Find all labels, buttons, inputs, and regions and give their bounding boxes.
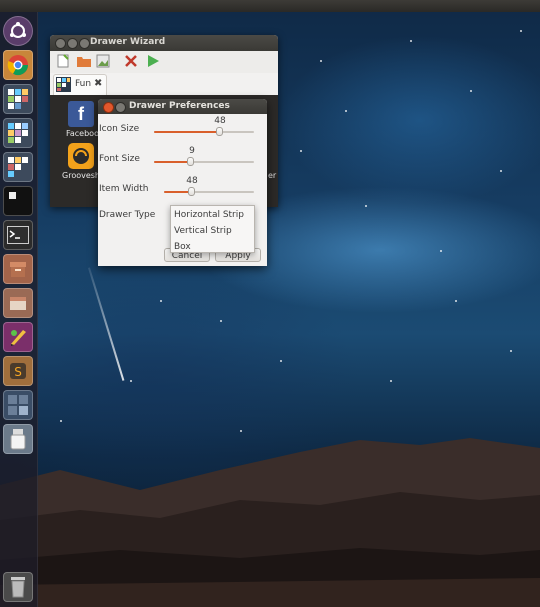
grooveshark-icon[interactable] [68, 143, 94, 169]
star [220, 320, 222, 322]
star [280, 360, 282, 362]
drawer-type-dropdown-menu[interactable]: Horizontal Strip Vertical Strip Box [170, 205, 255, 253]
star [365, 205, 367, 207]
drawer-icon [56, 77, 71, 95]
unity-launcher: S [0, 12, 38, 607]
usb-drive-icon[interactable] [3, 424, 33, 454]
window-title: Drawer Wizard [90, 37, 166, 47]
tab-close-icon[interactable]: ✖ [94, 78, 102, 89]
close-icon[interactable] [55, 38, 66, 49]
star [510, 350, 512, 352]
run-icon[interactable] [146, 54, 160, 71]
font-size-slider[interactable] [154, 157, 254, 166]
menu-item-horizontal-strip[interactable]: Horizontal Strip [174, 210, 244, 220]
maximize-icon[interactable] [79, 38, 90, 49]
icon-size-slider[interactable] [154, 127, 254, 136]
archive-icon[interactable] [3, 254, 33, 284]
star [520, 30, 522, 32]
slider-fill [154, 161, 191, 163]
image-icon[interactable] [96, 54, 110, 71]
close-icon[interactable] [103, 102, 114, 113]
drawer-icon[interactable] [3, 152, 33, 182]
menu-item-vertical-strip[interactable]: Vertical Strip [174, 226, 232, 236]
slider-knob[interactable] [188, 187, 195, 196]
tab-fun[interactable]: Fun ✖ [53, 74, 107, 95]
terminal-icon[interactable] [3, 220, 33, 250]
chrome-icon[interactable] [3, 50, 33, 80]
font-size-value: 9 [189, 146, 195, 156]
tab-bar: Fun ✖ [50, 73, 278, 96]
ubuntu-logo-icon[interactable] [3, 16, 33, 46]
star [470, 90, 472, 92]
star [345, 110, 347, 112]
dialog-titlebar[interactable]: Drawer Preferences [98, 99, 267, 114]
toolbar [50, 51, 278, 73]
open-folder-icon[interactable] [76, 54, 92, 71]
font-size-label: Font Size [99, 154, 140, 164]
minimize-icon[interactable] [115, 102, 126, 113]
star [320, 60, 322, 62]
star [410, 40, 412, 42]
tab-label: Fun [75, 79, 92, 89]
drawer-icon[interactable] [3, 118, 33, 148]
slider-knob[interactable] [216, 127, 223, 136]
drawer-icon[interactable] [3, 84, 33, 114]
icon-size-value: 48 [214, 116, 226, 126]
workspace-switcher-icon[interactable] [3, 390, 33, 420]
dialog-title: Drawer Preferences [129, 101, 230, 111]
item-width-slider[interactable] [164, 187, 254, 196]
new-drawer-icon[interactable] [56, 54, 70, 71]
icon-size-label: Icon Size [99, 124, 140, 134]
item-width-value: 48 [186, 176, 198, 186]
slider-fill [154, 131, 220, 133]
mountain-silhouette [0, 438, 540, 607]
star [390, 380, 392, 382]
svg-text:S: S [14, 365, 22, 379]
star [500, 170, 502, 172]
drawer-type-label: Drawer Type [99, 210, 156, 220]
star [130, 380, 132, 382]
item-width-label: Item Width [99, 184, 149, 194]
sublime-text-icon[interactable]: S [3, 356, 33, 386]
minimize-icon[interactable] [67, 38, 78, 49]
top-panel [0, 0, 540, 12]
window-titlebar[interactable]: Drawer Wizard [50, 35, 278, 51]
meteor-streak [88, 267, 125, 381]
remove-icon[interactable] [124, 54, 138, 71]
facebook-icon[interactable]: f [68, 101, 94, 127]
slider-knob[interactable] [187, 157, 194, 166]
star [455, 300, 457, 302]
files-icon[interactable] [3, 288, 33, 318]
paint-icon[interactable] [3, 322, 33, 352]
item-label-partial: er [268, 171, 277, 180]
star [300, 150, 302, 152]
trash-icon[interactable] [3, 572, 33, 602]
star [160, 300, 162, 302]
star [440, 250, 442, 252]
menu-item-box[interactable]: Box [174, 242, 191, 252]
drawer-icon[interactable] [3, 186, 33, 216]
